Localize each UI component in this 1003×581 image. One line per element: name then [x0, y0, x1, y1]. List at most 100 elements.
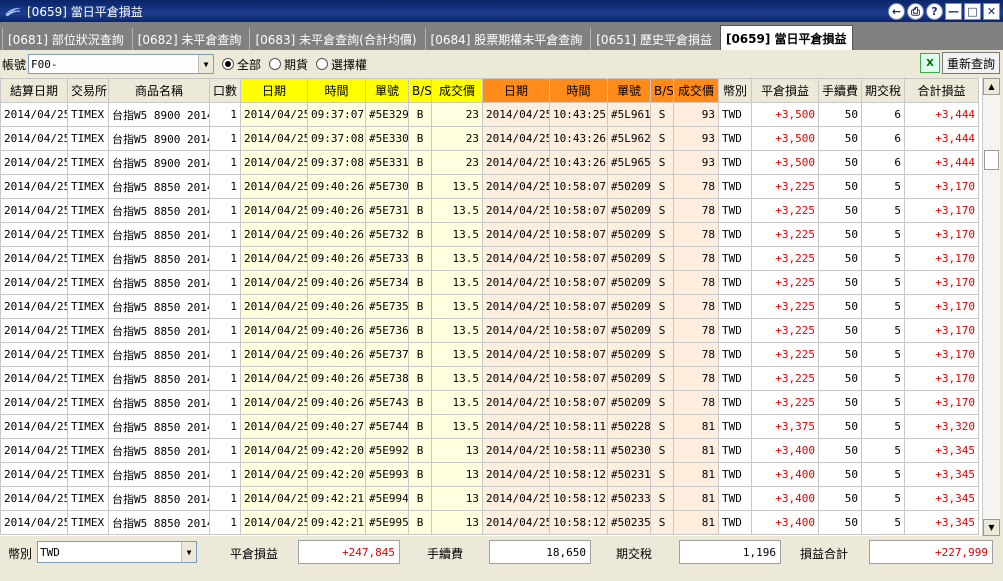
radio-dot-icon[interactable] — [269, 58, 282, 70]
cell-lots: 1 — [209, 270, 241, 295]
cell-close-order-no: #50233 — [607, 486, 651, 511]
header-close-time[interactable]: 時間 — [549, 78, 608, 103]
cell-currency: TWD — [718, 222, 752, 247]
minimize-button[interactable]: — — [945, 2, 962, 20]
cell-close-time: 10:58:07 — [549, 198, 608, 223]
header-product-name[interactable]: 商品名稱 — [108, 78, 210, 103]
table-row[interactable]: 2014/04/25 TIMEX 台指W5 8850 2014 1 2014/04/25… — [0, 270, 979, 295]
header-open-price[interactable]: 成交價 — [431, 78, 483, 103]
table-row[interactable]: 2014/04/25 TIMEX 台指W5 8850 2014 1 2014/04/25… — [0, 294, 979, 319]
cell-lots: 1 — [209, 462, 241, 487]
cell-lots: 1 — [209, 366, 241, 391]
table-row[interactable]: 2014/04/25 TIMEX 台指W5 8850 2014 1 2014/04/25… — [0, 366, 979, 391]
scroll-up-icon[interactable]: ▲ — [983, 78, 1000, 95]
header-open-bs[interactable]: B/S — [408, 78, 432, 103]
cell-product-name: 台指W5 8850 2014 — [108, 174, 210, 199]
cell-close-price: 93 — [673, 102, 719, 127]
cell-open-bs: B — [408, 438, 432, 463]
cell-total-pnl: +3,345 — [904, 510, 979, 535]
cell-lots: 1 — [209, 222, 241, 247]
cell-close-date: 2014/04/25 — [482, 318, 550, 343]
header-tax[interactable]: 期交稅 — [861, 78, 905, 103]
tab-0681[interactable]: [0681] 部位狀況查詢 — [2, 28, 129, 50]
excel-export-button[interactable]: X — [920, 53, 940, 73]
refresh-button[interactable]: 重新查詢 — [942, 52, 1000, 74]
chevron-down-icon[interactable]: ▼ — [198, 55, 213, 73]
cell-open-order-no: #5E731 — [365, 198, 409, 223]
table-row[interactable]: 2014/04/25 TIMEX 台指W5 8850 2014 1 2014/04/25… — [0, 342, 979, 367]
grand-total-value: +227,999 — [935, 545, 988, 559]
header-fee[interactable]: 手續費 — [818, 78, 862, 103]
chevron-down-icon[interactable]: ▼ — [181, 542, 196, 562]
cell-total-pnl: +3,170 — [904, 342, 979, 367]
table-row[interactable]: 2014/04/25 TIMEX 台指W5 8850 2014 1 2014/04/25… — [0, 510, 979, 535]
header-settle-date[interactable]: 結算日期 — [0, 78, 68, 103]
cell-settle-date: 2014/04/25 — [0, 222, 68, 247]
title-bar: [0659] 當日平倉損益 ← ⎙ ? — □ ✕ — [0, 0, 1003, 22]
header-lots[interactable]: 口數 — [209, 78, 241, 103]
pnl-table-container[interactable]: 結算日期 交易所 商品名稱 口數 日期 時間 單號 B/S 成交價 日期 時間 單號 B/S 成交價 幣別平… — [0, 78, 982, 536]
tab-0682[interactable]: [0682] 未平倉查詢 — [131, 28, 247, 50]
cell-open-order-no: #5E329 — [365, 102, 409, 127]
tab-0683[interactable]: [0683] 未平倉查詢(合計均價) — [249, 28, 422, 50]
cell-settle-date: 2014/04/25 — [0, 126, 68, 151]
table-row[interactable]: 2014/04/25 TIMEX 台指W5 8900 2014 1 2014/04/25… — [0, 102, 979, 127]
back-icon[interactable]: ← — [888, 2, 905, 20]
account-select[interactable]: F00- ▼ — [28, 54, 214, 74]
radio-options[interactable]: 選擇權 — [316, 56, 367, 73]
currency-select[interactable]: TWD ▼ — [37, 541, 197, 563]
table-row[interactable]: 2014/04/25 TIMEX 台指W5 8850 2014 1 2014/04/25… — [0, 486, 979, 511]
radio-futures[interactable]: 期貨 — [269, 56, 308, 73]
cell-open-price: 13 — [431, 510, 483, 535]
maximize-button[interactable]: □ — [964, 2, 981, 20]
header-close-price[interactable]: 成交價 — [673, 78, 719, 103]
table-row[interactable]: 2014/04/25 TIMEX 台指W5 8900 2014 1 2014/04/25… — [0, 126, 979, 151]
tab-0684[interactable]: [0684] 股票期權未平倉查詢 — [424, 28, 588, 50]
radio-dot-icon[interactable] — [222, 58, 234, 70]
cell-open-bs: B — [408, 342, 432, 367]
cell-close-date: 2014/04/25 — [482, 150, 550, 175]
header-open-date[interactable]: 日期 — [240, 78, 308, 103]
radio-all[interactable]: 全部 — [222, 56, 261, 73]
cell-currency: TWD — [718, 198, 752, 223]
scroll-down-icon[interactable]: ▼ — [983, 519, 1000, 536]
scroll-thumb[interactable] — [984, 150, 999, 170]
tab-0651[interactable]: [0651] 歷史平倉損益 — [590, 28, 717, 50]
table-row[interactable]: 2014/04/25 TIMEX 台指W5 8850 2014 1 2014/04/25… — [0, 414, 979, 439]
header-close-date[interactable]: 日期 — [482, 78, 550, 103]
table-row[interactable]: 2014/04/25 TIMEX 台指W5 8850 2014 1 2014/04/25… — [0, 246, 979, 271]
close-button[interactable]: ✕ — [983, 2, 1000, 20]
cell-close-date: 2014/04/25 — [482, 246, 550, 271]
print-icon[interactable]: ⎙ — [907, 2, 924, 20]
header-open-time[interactable]: 時間 — [307, 78, 366, 103]
cell-close-pnl: +3,225 — [751, 222, 819, 247]
help-icon[interactable]: ? — [926, 2, 943, 20]
header-open-order-no[interactable]: 單號 — [365, 78, 409, 103]
table-row[interactable]: 2014/04/25 TIMEX 台指W5 8850 2014 1 2014/04/25… — [0, 222, 979, 247]
table-row[interactable]: 2014/04/25 TIMEX 台指W5 8850 2014 1 2014/04/25… — [0, 318, 979, 343]
cell-open-date: 2014/04/25 — [240, 102, 308, 127]
cell-close-pnl: +3,500 — [751, 150, 819, 175]
cell-close-pnl: +3,225 — [751, 366, 819, 391]
radio-dot-icon[interactable] — [316, 58, 329, 70]
cell-currency: TWD — [718, 462, 752, 487]
header-close-bs[interactable]: B/S — [650, 78, 674, 103]
table-row[interactable]: 2014/04/25 TIMEX 台指W5 8850 2014 1 2014/04/25… — [0, 462, 979, 487]
cell-settle-date: 2014/04/25 — [0, 414, 68, 439]
cell-fee: 50 — [818, 366, 862, 391]
table-row[interactable]: 2014/04/25 TIMEX 台指W5 8850 2014 1 2014/04/25… — [0, 390, 979, 415]
table-row[interactable]: 2014/04/25 TIMEX 台指W5 8900 2014 1 2014/04/25… — [0, 150, 979, 175]
header-currency[interactable]: 幣別 — [718, 78, 752, 103]
table-row[interactable]: 2014/04/25 TIMEX 台指W5 8850 2014 1 2014/04/25… — [0, 438, 979, 463]
vertical-scrollbar[interactable]: ▲ ▼ — [982, 78, 1000, 536]
tab-0659[interactable]: [0659] 當日平倉損益 — [719, 25, 853, 50]
table-row[interactable]: 2014/04/25 TIMEX 台指W5 8850 2014 1 2014/04/25… — [0, 174, 979, 199]
cell-product-name: 台指W5 8850 2014 — [108, 222, 210, 247]
cell-close-pnl: +3,225 — [751, 318, 819, 343]
cell-open-bs: B — [408, 462, 432, 487]
header-close-pnl[interactable]: 平倉損益 — [751, 78, 819, 103]
table-row[interactable]: 2014/04/25 TIMEX 台指W5 8850 2014 1 2014/04/25… — [0, 198, 979, 223]
header-exchange[interactable]: 交易所 — [67, 78, 109, 103]
header-close-order-no[interactable]: 單號 — [607, 78, 651, 103]
header-total-pnl[interactable]: 合計損益 — [904, 78, 979, 103]
